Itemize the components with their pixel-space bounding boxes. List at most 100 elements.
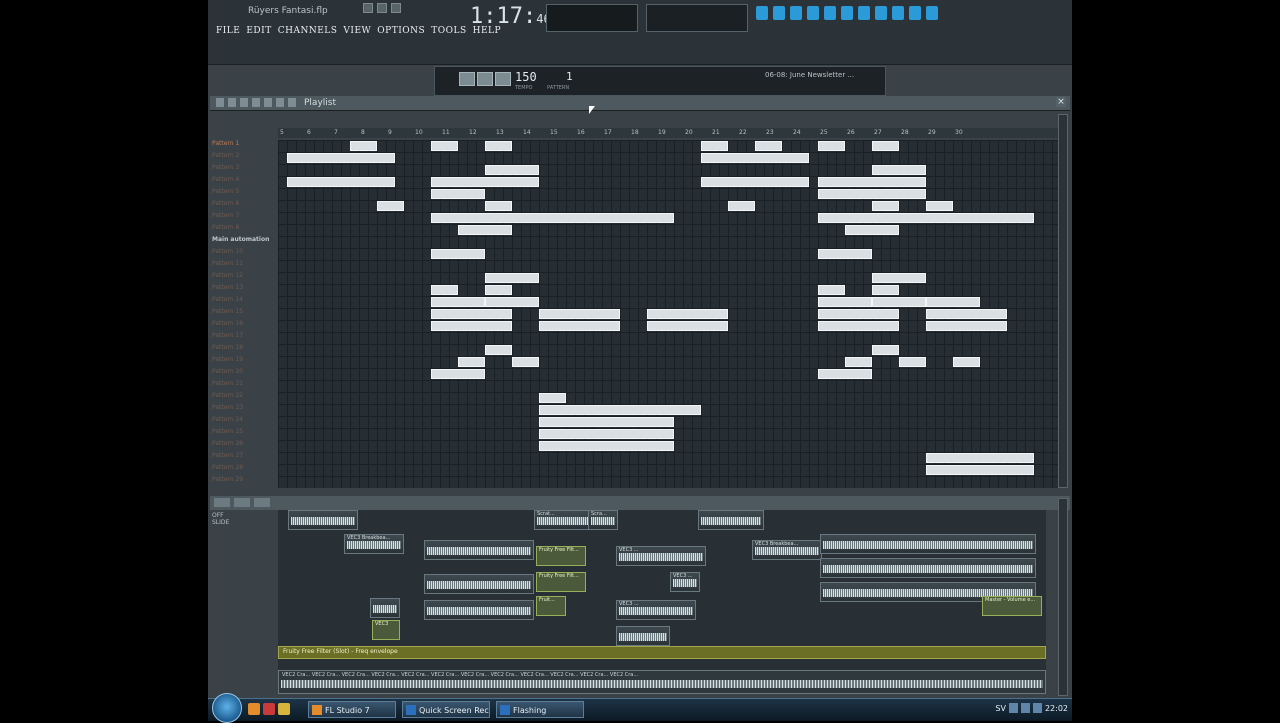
pattern-name[interactable]: Main automation (212, 236, 278, 248)
pattern-block[interactable] (431, 189, 485, 199)
pattern-name[interactable]: Pattern 3 (212, 164, 278, 176)
timeline-ruler[interactable]: 5 6 7 8 9 10 11 12 13 14 15 16 17 18 19 20 21 22 23 24 25 26 2… (278, 128, 1058, 138)
browser-icon[interactable] (824, 6, 836, 20)
pattern-block[interactable] (539, 405, 701, 415)
pattern-name[interactable]: Pattern 26 (212, 440, 278, 452)
language-indicator[interactable]: SV (995, 704, 1006, 713)
pattern-name[interactable]: Pattern 15 (212, 308, 278, 320)
pattern-block[interactable] (926, 309, 1007, 319)
audio-clip[interactable] (424, 574, 534, 594)
pattern-name[interactable]: Pattern 12 (212, 272, 278, 284)
play-button[interactable] (459, 72, 475, 86)
pattern-block[interactable] (512, 357, 539, 367)
playlist-grid[interactable] (278, 140, 1058, 488)
pattern-block[interactable] (377, 201, 404, 211)
menu-edit[interactable]: EDIT (246, 26, 271, 36)
pattern-block[interactable] (818, 309, 899, 319)
audio-clip[interactable] (820, 558, 1036, 578)
pattern-block[interactable] (953, 357, 980, 367)
automation-clip[interactable]: Fruity Free Filt... (536, 572, 586, 592)
pattern-name[interactable]: Pattern 1 (212, 140, 278, 152)
minimize-icon[interactable] (363, 3, 373, 13)
pattern-block[interactable] (872, 345, 899, 355)
pattern-block[interactable] (539, 441, 674, 451)
pattern-block[interactable] (872, 201, 899, 211)
pattern-block[interactable] (431, 285, 458, 295)
mixer-icon[interactable] (807, 6, 819, 20)
help-icon[interactable] (926, 6, 938, 20)
security-icon[interactable] (1032, 703, 1042, 713)
audio-clip[interactable] (288, 510, 358, 530)
task-fl-studio[interactable]: FL Studio 7 (308, 701, 396, 718)
audio-clip[interactable] (820, 534, 1036, 554)
pattern-block[interactable] (818, 213, 1034, 223)
playlist-scrollbar[interactable] (1058, 114, 1068, 488)
pattern-block[interactable] (431, 369, 485, 379)
pattern-block[interactable] (485, 165, 539, 175)
menu-file[interactable]: FILE (216, 26, 240, 36)
pattern-block[interactable] (485, 345, 512, 355)
volume-icon[interactable] (1020, 703, 1030, 713)
pattern-name[interactable]: Pattern 23 (212, 404, 278, 416)
delete-icon[interactable] (252, 98, 260, 107)
clock[interactable]: 22:02 (1045, 704, 1068, 713)
pattern-block[interactable] (728, 201, 755, 211)
task-flashing[interactable]: Flashing (496, 701, 584, 718)
automation-clip[interactable]: Master - Volume e... (982, 596, 1042, 616)
lanes-scrollbar[interactable] (1058, 498, 1068, 696)
pattern-block[interactable] (287, 153, 395, 163)
pattern-block[interactable] (485, 141, 512, 151)
pattern-block[interactable] (431, 321, 512, 331)
select-icon[interactable] (276, 98, 284, 107)
pattern-block[interactable] (845, 225, 899, 235)
pattern-name[interactable]: Pattern 5 (212, 188, 278, 200)
mute-icon[interactable] (264, 98, 272, 107)
pattern-name[interactable]: Pattern 25 (212, 428, 278, 440)
pattern-block[interactable] (872, 285, 899, 295)
pattern-number[interactable]: 1 (566, 70, 573, 83)
pattern-block[interactable] (287, 177, 395, 187)
pattern-block[interactable] (431, 309, 512, 319)
pattern-name[interactable]: Pattern 16 (212, 320, 278, 332)
pattern-block[interactable] (350, 141, 377, 151)
render-icon[interactable] (875, 6, 887, 20)
record-icon[interactable] (892, 6, 904, 20)
pattern-name[interactable]: Pattern 8 (212, 224, 278, 236)
pattern-name[interactable]: Pattern 27 (212, 452, 278, 464)
audio-clip[interactable]: VEC3 ... (616, 600, 696, 620)
pattern-block[interactable] (458, 225, 512, 235)
pattern-block[interactable] (818, 285, 845, 295)
step-seq-icon[interactable] (773, 6, 785, 20)
draw-icon[interactable] (228, 98, 236, 107)
pattern-block[interactable] (818, 189, 926, 199)
pattern-block[interactable] (818, 369, 872, 379)
pattern-block[interactable] (872, 273, 926, 283)
firefox-icon[interactable] (248, 703, 260, 715)
automation-clip[interactable]: VEC3 (372, 620, 400, 640)
menu-view[interactable]: VIEW (343, 26, 371, 36)
pattern-block[interactable] (701, 177, 809, 187)
pattern-block[interactable] (647, 321, 728, 331)
audio-clip[interactable] (424, 540, 534, 560)
audio-clip[interactable]: VEC3 Breakbea... (752, 540, 822, 560)
pattern-name[interactable]: Pattern 20 (212, 368, 278, 380)
pattern-block[interactable] (485, 297, 539, 307)
pattern-name[interactable]: Pattern 2 (212, 152, 278, 164)
pattern-name[interactable]: Pattern 6 (212, 200, 278, 212)
playlist-icon[interactable] (790, 6, 802, 20)
pattern-block[interactable] (485, 273, 539, 283)
pattern-name[interactable]: Pattern 19 (212, 356, 278, 368)
pattern-name[interactable]: Pattern 18 (212, 344, 278, 356)
pattern-block[interactable] (647, 309, 728, 319)
pattern-block[interactable] (431, 249, 485, 259)
pattern-name[interactable]: Pattern 29 (212, 476, 278, 488)
pattern-block[interactable] (872, 141, 899, 151)
automation-clip[interactable]: Fruity Free Filt... (536, 546, 586, 566)
pattern-block[interactable] (845, 357, 872, 367)
pattern-block[interactable] (701, 141, 728, 151)
task-quick-screen-recorder[interactable]: Quick Screen Recor... (402, 701, 490, 718)
audio-clip[interactable]: VEC3 Breakbea... (344, 534, 404, 554)
menu-tools[interactable]: TOOLS (431, 26, 466, 36)
pattern-name[interactable]: Pattern 28 (212, 464, 278, 476)
pattern-block[interactable] (485, 285, 512, 295)
